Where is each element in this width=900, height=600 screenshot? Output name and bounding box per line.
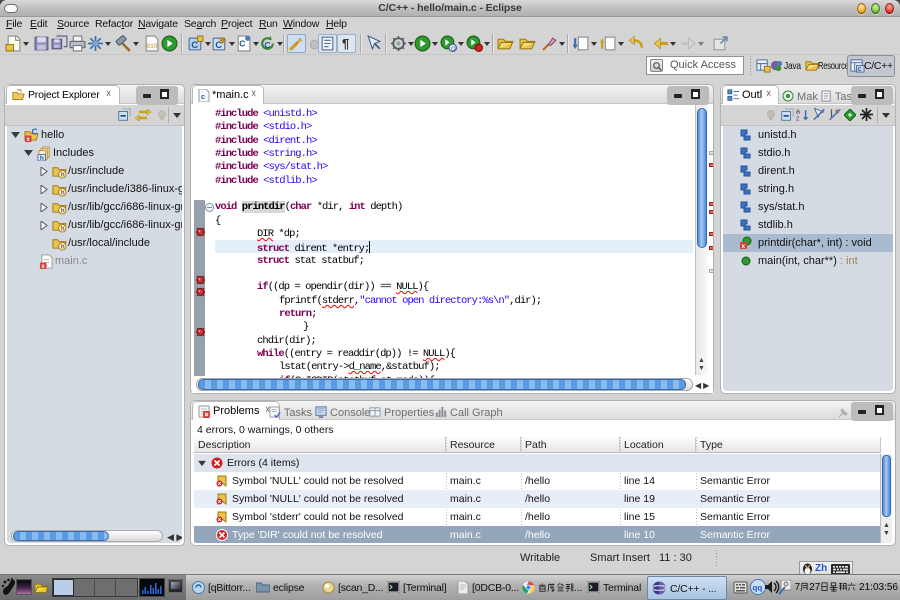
svg-text:C: C [239,39,245,49]
svg-text:h: h [61,226,65,233]
svg-text:qq: qq [753,584,763,593]
svg-text:Q: Q [451,46,456,52]
svg-text:h: h [61,172,65,179]
svg-text:C: C [215,40,222,51]
svg-text:h: h [40,155,44,161]
svg-text:x: x [742,243,746,250]
svg-text:h: h [61,208,65,215]
svg-text:h: h [61,244,65,251]
svg-text:C: C [32,128,38,137]
svg-text:C: C [264,40,270,50]
svg-text:C: C [858,67,862,73]
svg-text:010: 010 [146,43,158,50]
svg-text:z: z [796,116,800,122]
svg-text:c: c [201,94,205,101]
svg-text:h: h [61,190,65,197]
svg-text:a: a [796,109,800,116]
